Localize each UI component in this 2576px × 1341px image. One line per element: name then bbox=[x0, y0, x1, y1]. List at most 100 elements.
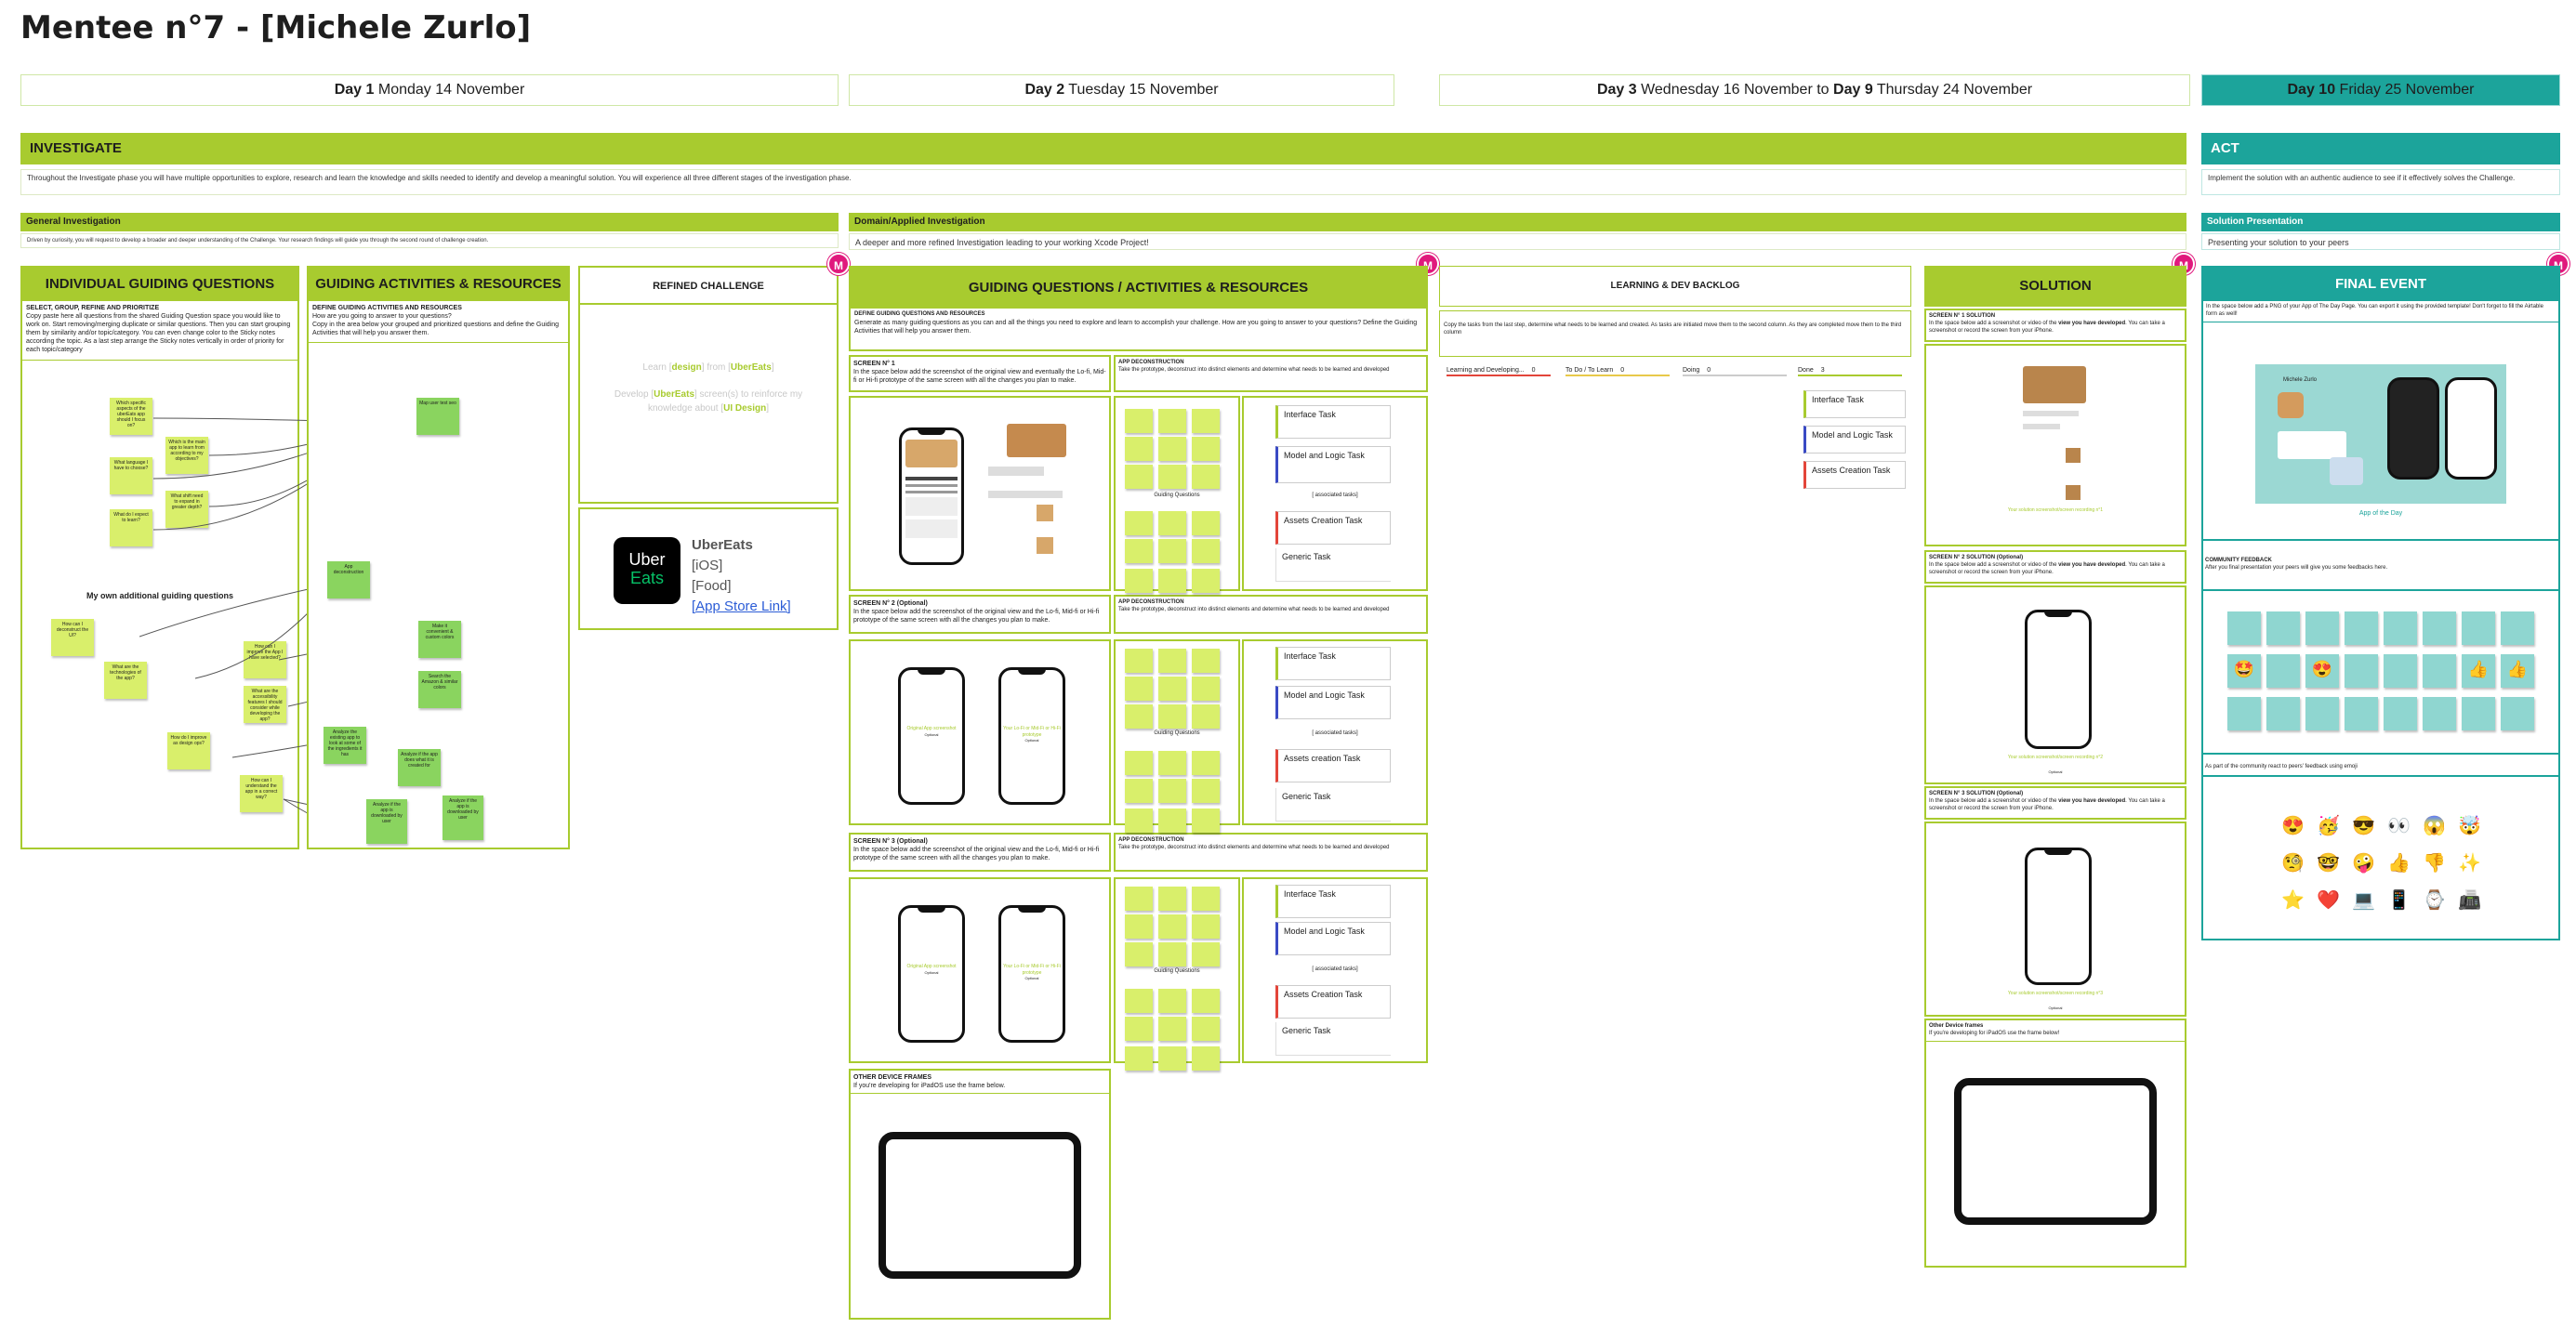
sticky-note[interactable] bbox=[1125, 539, 1153, 563]
sticky-note[interactable] bbox=[1158, 809, 1186, 833]
sticky-note[interactable]: Analyze the existing app to look at some… bbox=[324, 727, 366, 764]
sticky-note[interactable] bbox=[1125, 569, 1153, 593]
sticky-note[interactable]: Analyze if the app does what it is creat… bbox=[398, 749, 441, 786]
sticky-note[interactable] bbox=[1192, 1046, 1220, 1071]
sticky-note[interactable] bbox=[1192, 942, 1220, 966]
sticky-note[interactable] bbox=[1158, 539, 1186, 563]
interface-task-card[interactable]: Interface Task bbox=[1275, 885, 1391, 918]
feedback-sticky[interactable] bbox=[2345, 697, 2378, 730]
sticky-note[interactable] bbox=[1158, 677, 1186, 701]
sticky-note[interactable] bbox=[1158, 437, 1186, 461]
sticky-note[interactable]: Map user test seo bbox=[416, 398, 459, 435]
app-of-the-day-link[interactable]: App of the Day bbox=[2201, 509, 2560, 518]
sticky-note[interactable]: App deconstruction bbox=[327, 561, 370, 598]
feedback-sticky[interactable] bbox=[2462, 697, 2495, 730]
sticky-note[interactable] bbox=[1125, 942, 1153, 966]
sticky-note[interactable] bbox=[1158, 511, 1186, 535]
feedback-sticky[interactable] bbox=[2227, 697, 2261, 730]
sticky-note[interactable] bbox=[1158, 989, 1186, 1013]
reaction-emoji[interactable]: 📱 bbox=[2387, 888, 2411, 912]
assets-creation-task-card[interactable]: Assets Creation Task bbox=[1275, 511, 1391, 545]
reaction-emoji[interactable]: 😍 bbox=[2281, 814, 2305, 837]
sticky-note[interactable] bbox=[1192, 751, 1220, 775]
feedback-sticky[interactable] bbox=[2384, 611, 2417, 645]
feedback-sticky[interactable]: 👍 bbox=[2501, 654, 2534, 688]
feedback-sticky[interactable] bbox=[2384, 697, 2417, 730]
feedback-sticky[interactable] bbox=[2384, 654, 2417, 688]
reaction-emoji[interactable]: 🧐 bbox=[2281, 851, 2305, 874]
reaction-emoji[interactable]: ⌚ bbox=[2423, 888, 2446, 912]
feedback-sticky[interactable] bbox=[2501, 697, 2534, 730]
sticky-note[interactable] bbox=[1192, 914, 1220, 939]
sticky-note[interactable] bbox=[1125, 1046, 1153, 1071]
sticky-note[interactable] bbox=[1192, 511, 1220, 535]
feedback-sticky[interactable] bbox=[2423, 654, 2456, 688]
sticky-note[interactable] bbox=[1125, 989, 1153, 1013]
feedback-sticky[interactable] bbox=[2266, 697, 2300, 730]
reaction-emoji[interactable]: 👍 bbox=[2387, 851, 2411, 874]
sticky-note[interactable]: How can I deconstruct the UI? bbox=[51, 619, 94, 656]
sticky-note[interactable] bbox=[1125, 887, 1153, 911]
sticky-note[interactable] bbox=[1192, 569, 1220, 593]
sticky-note[interactable]: Analyze if the app is downloaded by user bbox=[366, 799, 407, 844]
feedback-sticky[interactable]: 👍 bbox=[2462, 654, 2495, 688]
interface-task-card[interactable]: Interface Task bbox=[1275, 647, 1391, 680]
sticky-note[interactable] bbox=[1125, 1017, 1153, 1041]
sticky-note[interactable] bbox=[1192, 409, 1220, 433]
sticky-note[interactable] bbox=[1158, 569, 1186, 593]
sticky-note[interactable] bbox=[1158, 942, 1186, 966]
generic-task-card[interactable]: Generic Task bbox=[1275, 1022, 1391, 1056]
feedback-sticky[interactable] bbox=[2266, 654, 2300, 688]
sticky-note[interactable]: Analyze if the app is downloaded by user bbox=[443, 795, 483, 840]
sticky-note[interactable] bbox=[1192, 989, 1220, 1013]
sticky-note[interactable] bbox=[1125, 914, 1153, 939]
sticky-note[interactable] bbox=[1158, 704, 1186, 729]
sticky-note[interactable] bbox=[1125, 437, 1153, 461]
reaction-emoji[interactable]: ⭐ bbox=[2281, 888, 2305, 912]
sticky-note[interactable] bbox=[1192, 809, 1220, 833]
feedback-sticky[interactable] bbox=[2345, 654, 2378, 688]
feedback-sticky[interactable] bbox=[2345, 611, 2378, 645]
assets-creation-task-card[interactable]: Assets Creation Task bbox=[1275, 985, 1391, 1019]
reaction-emoji[interactable]: 📠 bbox=[2458, 888, 2481, 912]
reaction-emoji[interactable]: 🤯 bbox=[2458, 814, 2481, 837]
reaction-emoji[interactable]: 👀 bbox=[2387, 814, 2411, 837]
feedback-sticky[interactable] bbox=[2305, 611, 2339, 645]
sticky-note[interactable] bbox=[1192, 1017, 1220, 1041]
sticky-note[interactable] bbox=[1125, 511, 1153, 535]
feedback-sticky[interactable] bbox=[2305, 697, 2339, 730]
reaction-emoji[interactable]: 💻 bbox=[2352, 888, 2375, 912]
sticky-note[interactable] bbox=[1125, 751, 1153, 775]
feedback-sticky[interactable] bbox=[2501, 611, 2534, 645]
sticky-note[interactable] bbox=[1158, 779, 1186, 803]
sticky-note[interactable] bbox=[1192, 677, 1220, 701]
feedback-sticky[interactable] bbox=[2423, 697, 2456, 730]
sticky-note[interactable] bbox=[1192, 887, 1220, 911]
sticky-note[interactable] bbox=[1158, 409, 1186, 433]
feedback-sticky[interactable] bbox=[2423, 611, 2456, 645]
sticky-note[interactable] bbox=[1125, 704, 1153, 729]
generic-task-card[interactable]: Generic Task bbox=[1275, 548, 1391, 582]
sticky-note[interactable] bbox=[1158, 465, 1186, 489]
sticky-note[interactable] bbox=[1125, 465, 1153, 489]
sticky-note[interactable]: Search the Amazon & similar colors bbox=[418, 671, 461, 708]
feedback-sticky[interactable] bbox=[2462, 611, 2495, 645]
sticky-note[interactable] bbox=[1192, 465, 1220, 489]
sticky-note[interactable] bbox=[1192, 704, 1220, 729]
reaction-emoji[interactable]: 🥳 bbox=[2317, 814, 2340, 837]
reaction-emoji[interactable]: ❤️ bbox=[2317, 888, 2340, 912]
done-task-card[interactable]: Interface Task bbox=[1803, 390, 1906, 418]
sticky-note[interactable] bbox=[1125, 677, 1153, 701]
reaction-emoji[interactable]: 😱 bbox=[2423, 814, 2446, 837]
sticky-note[interactable] bbox=[1158, 649, 1186, 673]
reaction-emoji[interactable]: 🤓 bbox=[2317, 851, 2340, 874]
model-logic-task-card[interactable]: Model and Logic Task bbox=[1275, 686, 1391, 719]
reaction-emoji[interactable]: 😎 bbox=[2352, 814, 2375, 837]
done-task-card[interactable]: Model and Logic Task bbox=[1803, 426, 1906, 454]
sticky-note[interactable]: Make it convenient & custom colors bbox=[418, 621, 461, 658]
sticky-note[interactable] bbox=[1158, 1017, 1186, 1041]
feedback-sticky[interactable]: 🤩 bbox=[2227, 654, 2261, 688]
sticky-note[interactable] bbox=[1192, 649, 1220, 673]
interface-task-card[interactable]: Interface Task bbox=[1275, 405, 1391, 439]
feedback-sticky[interactable]: 😍 bbox=[2305, 654, 2339, 688]
